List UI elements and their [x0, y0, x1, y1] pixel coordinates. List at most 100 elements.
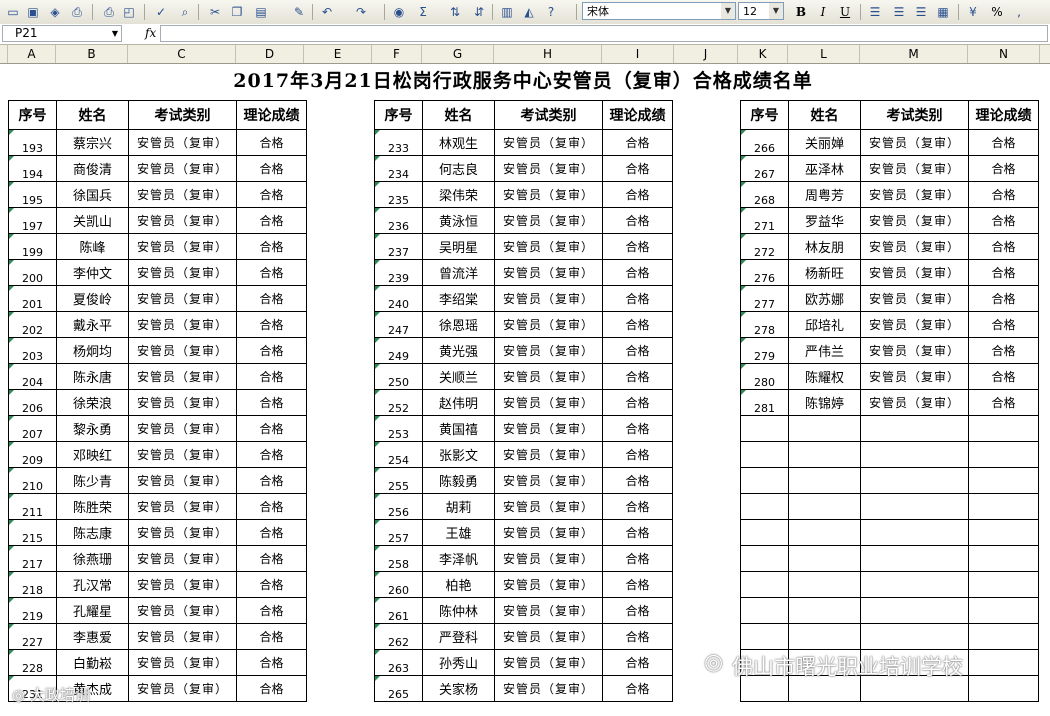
- category-cell[interactable]: 安管员（复审）: [494, 519, 603, 546]
- score-cell[interactable]: 合格: [968, 259, 1039, 286]
- seq-cell[interactable]: 258: [374, 545, 423, 572]
- fx-icon[interactable]: fx: [145, 26, 156, 40]
- seq-cell[interactable]: 201: [8, 285, 57, 312]
- score-cell[interactable]: 合格: [968, 207, 1039, 234]
- score-cell[interactable]: 合格: [602, 337, 673, 364]
- name-cell[interactable]: 白勤崧: [56, 649, 129, 676]
- research-icon[interactable]: ⌕: [176, 3, 194, 21]
- category-cell[interactable]: 安管员（复审）: [860, 129, 969, 156]
- column-heading[interactable]: 序号: [8, 100, 57, 130]
- seq-cell[interactable]: 272: [740, 233, 789, 260]
- empty-cell[interactable]: [860, 467, 969, 494]
- category-cell[interactable]: 安管员（复审）: [494, 337, 603, 364]
- score-cell[interactable]: 合格: [236, 545, 307, 572]
- category-cell[interactable]: 安管员（复审）: [128, 649, 237, 676]
- column-header-j[interactable]: J: [674, 45, 738, 63]
- score-cell[interactable]: 合格: [602, 363, 673, 390]
- score-cell[interactable]: 合格: [236, 233, 307, 260]
- category-cell[interactable]: 安管员（复审）: [128, 597, 237, 624]
- name-cell[interactable]: 陈志康: [56, 519, 129, 546]
- seq-cell[interactable]: 197: [8, 207, 57, 234]
- undo-icon[interactable]: ↶: [318, 3, 336, 21]
- seq-cell[interactable]: 255: [374, 467, 423, 494]
- empty-cell[interactable]: [968, 597, 1039, 624]
- category-cell[interactable]: 安管员（复审）: [128, 519, 237, 546]
- category-cell[interactable]: 安管员（复审）: [128, 545, 237, 572]
- score-cell[interactable]: 合格: [236, 493, 307, 520]
- empty-cell[interactable]: [968, 571, 1039, 598]
- name-cell[interactable]: 黄光强: [422, 337, 495, 364]
- category-cell[interactable]: 安管员（复审）: [128, 259, 237, 286]
- score-cell[interactable]: 合格: [602, 649, 673, 676]
- score-cell[interactable]: 合格: [602, 597, 673, 624]
- score-cell[interactable]: 合格: [602, 181, 673, 208]
- score-cell[interactable]: 合格: [236, 389, 307, 416]
- underline-button[interactable]: U: [836, 3, 854, 21]
- seq-cell[interactable]: 276: [740, 259, 789, 286]
- empty-cell[interactable]: [968, 467, 1039, 494]
- score-cell[interactable]: 合格: [602, 623, 673, 650]
- score-cell[interactable]: 合格: [602, 571, 673, 598]
- seq-cell[interactable]: 234: [374, 155, 423, 182]
- category-cell[interactable]: 安管员（复审）: [128, 311, 237, 338]
- currency-icon[interactable]: ¥: [964, 3, 982, 21]
- name-cell[interactable]: 关顺兰: [422, 363, 495, 390]
- name-cell[interactable]: 杨炯均: [56, 337, 129, 364]
- name-cell[interactable]: 林友朋: [788, 233, 861, 260]
- format-painter-icon[interactable]: ✎: [290, 3, 308, 21]
- name-cell[interactable]: 林观生: [422, 129, 495, 156]
- category-cell[interactable]: 安管员（复审）: [128, 129, 237, 156]
- empty-cell[interactable]: [788, 519, 861, 546]
- seq-cell[interactable]: 256: [374, 493, 423, 520]
- name-box[interactable]: P21 ▼: [2, 25, 122, 42]
- score-cell[interactable]: 合格: [968, 285, 1039, 312]
- empty-cell[interactable]: [860, 571, 969, 598]
- category-cell[interactable]: 安管员（复审）: [494, 571, 603, 598]
- category-cell[interactable]: 安管员（复审）: [128, 207, 237, 234]
- category-cell[interactable]: 安管员（复审）: [494, 155, 603, 182]
- empty-cell[interactable]: [860, 441, 969, 468]
- empty-cell[interactable]: [740, 493, 789, 520]
- seq-cell[interactable]: 239: [374, 259, 423, 286]
- name-cell[interactable]: 陈胜荣: [56, 493, 129, 520]
- name-cell[interactable]: 张影文: [422, 441, 495, 468]
- name-cell[interactable]: 邓映红: [56, 441, 129, 468]
- category-cell[interactable]: 安管员（复审）: [494, 441, 603, 468]
- empty-cell[interactable]: [788, 545, 861, 572]
- seq-cell[interactable]: 249: [374, 337, 423, 364]
- name-cell[interactable]: 陈锦婷: [788, 389, 861, 416]
- empty-cell[interactable]: [740, 519, 789, 546]
- category-cell[interactable]: 安管员（复审）: [128, 623, 237, 650]
- category-cell[interactable]: 安管员（复审）: [128, 155, 237, 182]
- name-cell[interactable]: 巫泽林: [788, 155, 861, 182]
- autosum-icon[interactable]: Σ: [414, 3, 432, 21]
- score-cell[interactable]: 合格: [236, 363, 307, 390]
- merge-center-icon[interactable]: ▦: [934, 3, 952, 21]
- seq-cell[interactable]: 250: [374, 363, 423, 390]
- category-cell[interactable]: 安管员（复审）: [494, 311, 603, 338]
- seq-cell[interactable]: 257: [374, 519, 423, 546]
- bold-button[interactable]: B: [792, 3, 810, 21]
- empty-cell[interactable]: [860, 597, 969, 624]
- score-cell[interactable]: 合格: [968, 337, 1039, 364]
- category-cell[interactable]: 安管员（复审）: [494, 259, 603, 286]
- align-center-icon[interactable]: ☰: [890, 3, 908, 21]
- name-cell[interactable]: 陈仲林: [422, 597, 495, 624]
- category-cell[interactable]: 安管员（复审）: [128, 285, 237, 312]
- seq-cell[interactable]: 227: [8, 623, 57, 650]
- seq-cell[interactable]: 199: [8, 233, 57, 260]
- name-cell[interactable]: 关家杨: [422, 675, 495, 702]
- score-cell[interactable]: 合格: [602, 545, 673, 572]
- column-header-m[interactable]: M: [860, 45, 968, 63]
- seq-cell[interactable]: 278: [740, 311, 789, 338]
- score-cell[interactable]: 合格: [236, 649, 307, 676]
- name-cell[interactable]: 徐燕珊: [56, 545, 129, 572]
- formula-input[interactable]: [160, 25, 1048, 42]
- permission-icon[interactable]: ◈: [46, 3, 64, 21]
- seq-cell[interactable]: 195: [8, 181, 57, 208]
- category-cell[interactable]: 安管员（复审）: [494, 389, 603, 416]
- seq-cell[interactable]: 263: [374, 649, 423, 676]
- category-cell[interactable]: 安管员（复审）: [128, 181, 237, 208]
- category-cell[interactable]: 安管员（复审）: [494, 545, 603, 572]
- category-cell[interactable]: 安管员（复审）: [494, 493, 603, 520]
